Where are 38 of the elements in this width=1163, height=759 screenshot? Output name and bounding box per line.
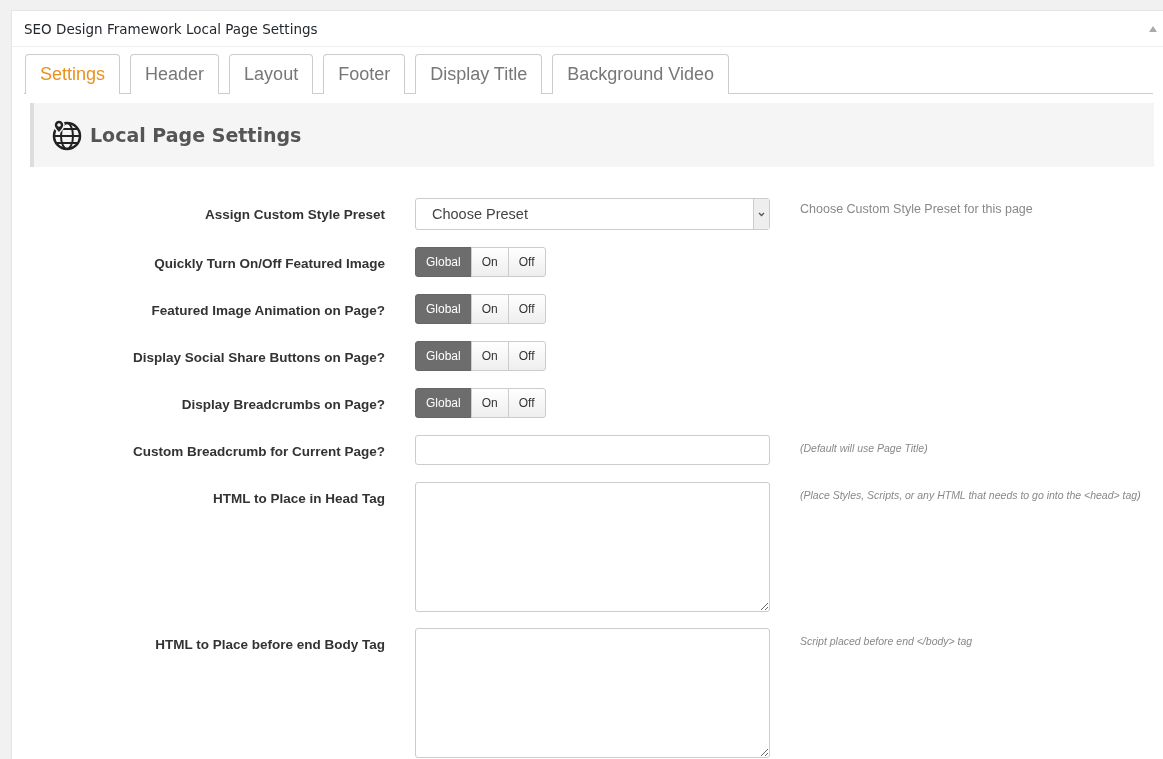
help-text: Script placed before end </body> tag [800,634,974,649]
panel-title: SEO Design Framework Local Page Settings [24,20,318,37]
field-label: Custom Breadcrumb for Current Page? [131,443,385,461]
toggle-option[interactable]: On [470,294,509,324]
triangle-up-icon[interactable] [1149,25,1157,32]
field-label: Featured Image Animation on Page? [150,302,385,320]
tab[interactable]: Layout [229,54,314,94]
toggle-option[interactable]: Global [415,294,472,324]
help-text: (Place Styles, Scripts, or any HTML that needs to go into the <head> tag) [800,488,1142,503]
preset-dropdown[interactable]: Choose Preset [415,198,770,230]
toggle-option[interactable]: On [470,388,509,418]
field-label: Display Breadcrumbs on Page? [180,396,385,414]
tab[interactable]: Header [130,54,220,94]
tab[interactable]: Display Title [415,54,543,94]
field-label: Assign Custom Style Preset [203,206,385,224]
tab[interactable]: Footer [323,54,406,94]
field-label: HTML to Place before end Body Tag [154,636,385,654]
help-text: Choose Custom Style Preset for this page [800,201,1034,218]
breadcrumb-input[interactable] [415,435,770,465]
field-label: Quickly Turn On/Off Featured Image [153,255,385,273]
toggle-option[interactable]: Off [507,294,546,324]
field-label: HTML to Place in Head Tag [211,490,385,508]
toggle-option[interactable]: Off [507,247,546,277]
section-header: Local Page Settings [30,103,1154,167]
globe-pin-icon [50,119,82,151]
toggle-option[interactable]: Off [507,388,546,418]
chevron-down-icon [758,211,765,217]
toggle-option[interactable]: On [470,247,509,277]
tab[interactable]: Background Video [552,54,729,94]
field-label: Display Social Share Buttons on Page? [131,349,385,367]
toggle-option[interactable]: Global [415,388,472,418]
toggle-option[interactable]: Global [415,341,472,371]
toggle-option[interactable]: On [470,341,509,371]
toggle-option[interactable]: Global [415,247,472,277]
html-textarea[interactable] [415,482,770,612]
html-textarea[interactable] [415,628,770,758]
toggle-option[interactable]: Off [507,341,546,371]
help-text: (Default will use Page Title) [800,441,929,456]
